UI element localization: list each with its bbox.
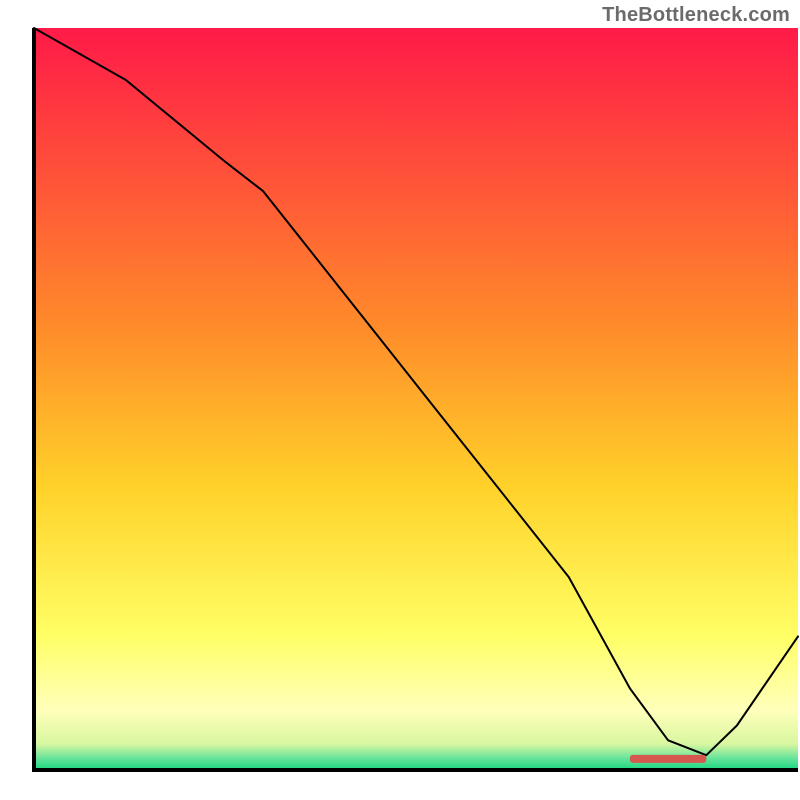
bottleneck-chart xyxy=(0,0,800,800)
marker-band xyxy=(630,755,706,763)
plot-area xyxy=(34,28,798,770)
